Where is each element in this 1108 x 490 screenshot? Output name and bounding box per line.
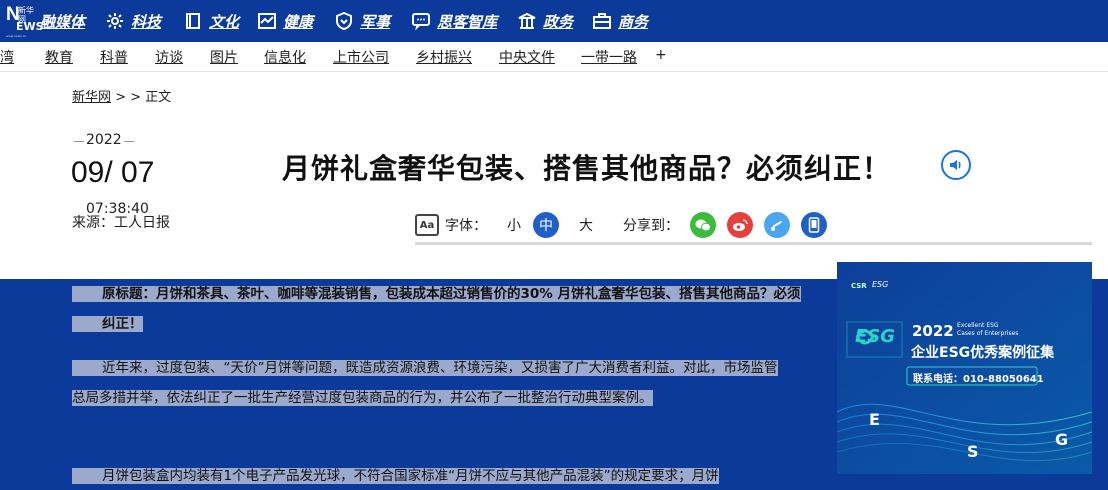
ad-csr-logo: CSR [851, 282, 867, 290]
paragraph-text: 近年来，过度包装、“天价”月饼等问题，既造成资源浪费、环境污染，又损害了广大消费… [72, 360, 778, 406]
font-size-label: 字体： [445, 218, 487, 234]
font-size-icon: Aa [415, 214, 439, 236]
nav-item-culture[interactable]: 文化 [184, 9, 239, 33]
nav-label: 政务 [543, 12, 574, 31]
subnav-item[interactable]: 访谈 [155, 47, 183, 67]
share-link-icon[interactable] [764, 212, 790, 238]
share-wechat-icon[interactable] [690, 212, 716, 238]
esg-advertisement-banner[interactable]: CSR ESG ESG 2022 Excellent ESG Cases of … [837, 262, 1092, 474]
ad-year: 2022 [912, 322, 954, 340]
subnav-item[interactable]: 上市公司 [333, 47, 389, 67]
nav-label: 融媒体 [40, 12, 86, 31]
xinhua-logo[interactable]: N 新华网 EWS www.news.cn [6, 5, 44, 38]
article-paragraph: 近年来，过度包装、“天价”月饼等问题，既造成资源浪费、环境污染，又损害了广大消费… [72, 353, 782, 413]
nav-label: 健康 [283, 12, 314, 31]
article-header: 新华网 > > 正文 2022 09/ 07 07:38:40 来源：工人日报 … [0, 72, 1108, 279]
breadcrumb: 新华网 > > 正文 [72, 86, 171, 105]
health-icon [258, 12, 276, 30]
subnav-more-button[interactable]: + [655, 47, 667, 63]
nav-label: 思客智库 [437, 12, 498, 31]
ad-letter-s: S [967, 442, 979, 461]
article-paragraph: 月饼包装盒内均装有1个电子产品发光球，不符合国家标准“月饼不应与其他产品混装”的… [72, 461, 807, 490]
thinktank-icon [412, 12, 430, 31]
nav-item-military[interactable]: 军事 [335, 9, 390, 33]
nav-label: 科技 [131, 12, 162, 31]
culture-icon [184, 12, 202, 30]
ad-phone: 联系电话：010-88050641 [913, 374, 1044, 385]
breadcrumb-current: 正文 [145, 90, 172, 105]
ad-letter-g: G [1055, 430, 1069, 449]
nav-item-government[interactable]: 政务 [518, 9, 573, 33]
nav-label: 商务 [618, 12, 649, 31]
government-icon [518, 12, 536, 30]
article-source: 来源：工人日报 [72, 215, 170, 231]
publish-date: 09/ 07 [71, 156, 155, 189]
ad-english-line1: Excellent ESG [957, 322, 999, 329]
ad-chinese-title: 企业ESG优秀案例征集 [911, 345, 1055, 361]
share-mobile-icon[interactable] [801, 212, 827, 238]
share-label: 分享到： [623, 218, 679, 234]
article-title: 月饼礼盒奢华包装、搭售其他商品？必须纠正！ [282, 152, 892, 185]
subnav-item[interactable]: 台湾 [0, 47, 14, 67]
subnav-item[interactable]: 图片 [210, 47, 238, 67]
font-medium-button[interactable]: 中 [533, 212, 559, 238]
breadcrumb-home-link[interactable]: 新华网 [72, 90, 111, 105]
article-paragraph: 原标题：月饼和茶具、茶叶、咖啡等混装销售，包装成本超过销售价的30% 月饼礼盒奢… [72, 279, 807, 339]
paragraph-text: 月饼包装盒内均装有1个电子产品发光球，不符合国家标准“月饼不应与其他产品混装”的… [72, 468, 719, 484]
logo-url: www.news.cn [6, 34, 27, 38]
subnav-item[interactable]: 中央文件 [499, 47, 555, 67]
ad-esg-small: ESG [872, 280, 889, 289]
share-weibo-icon[interactable] [727, 212, 753, 238]
military-icon [335, 11, 353, 31]
subnav-item[interactable]: 信息化 [264, 47, 306, 67]
nav-item-tech[interactable]: 科技 [106, 9, 161, 33]
esg-banner-graphic [837, 262, 1092, 474]
nav-label: 文化 [209, 12, 240, 31]
ad-letter-e: E [869, 410, 880, 429]
subnav-item[interactable]: 教育 [45, 47, 73, 67]
nav-item-business[interactable]: 商务 [593, 9, 648, 33]
secondary-navigation: 台湾 教育 科普 访谈 图片 信息化 上市公司 乡村振兴 中央文件 一带一路 + [0, 42, 1108, 72]
business-icon [593, 12, 611, 30]
publish-year: 2022 [74, 132, 134, 148]
speaker-icon [950, 160, 961, 170]
font-large-button[interactable]: 大 [573, 212, 599, 238]
nav-item-thinktank[interactable]: 思客智库 [412, 9, 497, 33]
read-aloud-button[interactable] [941, 150, 971, 180]
nav-item-media[interactable]: 融媒体 [40, 9, 85, 33]
paragraph-text: 原标题：月饼和茶具、茶叶、咖啡等混装销售，包装成本超过销售价的30% 月饼礼盒奢… [72, 286, 801, 332]
ad-english-line2: Cases of Enterprises [957, 330, 1019, 337]
subnav-item[interactable]: 一带一路 [581, 47, 637, 67]
header-divider [415, 242, 1092, 245]
font-small-button[interactable]: 小 [501, 212, 527, 238]
subnav-item[interactable]: 科普 [100, 47, 128, 67]
article-toolbar: Aa 字体： 小 中 大 分享到： [415, 212, 827, 238]
nav-item-health[interactable]: 健康 [258, 9, 313, 33]
ad-esg-large: ESG [855, 326, 896, 347]
breadcrumb-separator: > > [111, 90, 146, 105]
nav-label: 军事 [360, 12, 391, 31]
subnav-item[interactable]: 乡村振兴 [416, 47, 472, 67]
top-navigation: N 新华网 EWS www.news.cn 融媒体 科技 文化 健康 军事 思客… [0, 0, 1108, 42]
tech-icon [106, 12, 124, 30]
